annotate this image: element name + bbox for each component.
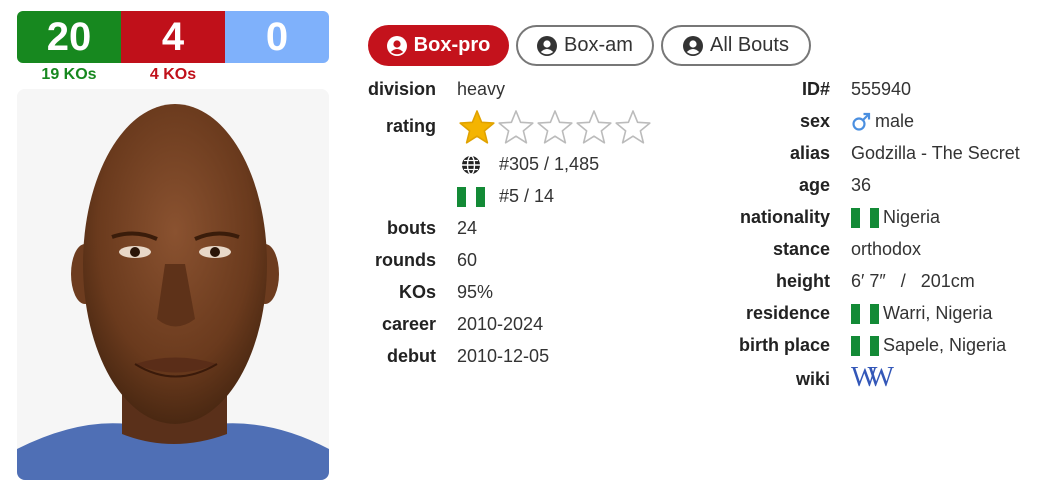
- wikipedia-icon: WW: [851, 362, 894, 393]
- sex-value: male: [851, 111, 914, 132]
- rounds-label: rounds: [375, 250, 436, 270]
- kos-value: 95%: [457, 282, 494, 302]
- sex-text: male: [875, 111, 915, 131]
- nationality-label: nationality: [739, 207, 830, 227]
- stance-value: orthodox: [851, 239, 922, 259]
- id-value: 555940: [851, 79, 912, 99]
- star-empty-icon: [498, 110, 534, 144]
- wiki-link[interactable]: WW: [851, 362, 894, 394]
- debut-value: 2010-12-05: [457, 346, 550, 366]
- star-empty-icon: [576, 110, 612, 144]
- country-rank-value: #5 / 14: [499, 186, 555, 206]
- nigeria-flag-icon: [457, 186, 485, 207]
- alias-label: alias: [789, 143, 830, 163]
- sex-label: sex: [799, 111, 830, 131]
- user-circle-icon: [537, 35, 558, 56]
- birth-place-value[interactable]: Sapele, Nigeria: [851, 335, 1006, 356]
- age-value: 36: [851, 175, 872, 195]
- kos-label: KOs: [398, 282, 436, 302]
- nationality-text: Nigeria: [883, 207, 941, 227]
- male-symbol-icon: [852, 112, 871, 131]
- losses-ko-count: 4 KOs: [149, 66, 197, 83]
- wiki-label: wiki: [795, 369, 830, 389]
- world-rank: #305 / 1,485: [461, 154, 599, 175]
- star-rating: [458, 109, 652, 145]
- debut-label: debut: [387, 346, 436, 366]
- height-label: height: [776, 271, 830, 291]
- id-label: ID#: [801, 79, 830, 99]
- career-label: career: [381, 314, 436, 334]
- rounds-value: 60: [457, 250, 478, 270]
- age-label: age: [798, 175, 830, 195]
- country-rank: #5 / 14: [457, 186, 554, 207]
- draws-count: 0: [225, 11, 329, 63]
- alias-value: Godzilla - The Secret: [851, 143, 1020, 163]
- residence-text: Warri, Nigeria: [883, 303, 993, 323]
- tab-box-pro[interactable]: Box-pro: [368, 25, 509, 66]
- ko-summary: 19 KOs 4 KOs: [17, 66, 329, 84]
- residence-label: residence: [745, 303, 830, 323]
- user-circle-icon: [386, 35, 407, 56]
- stance-label: stance: [772, 239, 830, 259]
- tab-box-am-label: Box-am: [564, 34, 633, 56]
- career-value: 2010-2024: [457, 314, 544, 334]
- rating-label: rating: [385, 116, 436, 136]
- birth-place-text: Sapele, Nigeria: [883, 335, 1007, 355]
- height-value: 6′ 7″ / 201cm: [851, 271, 975, 291]
- nigeria-flag-icon: [851, 207, 879, 228]
- residence-value[interactable]: Warri, Nigeria: [851, 303, 992, 324]
- globe-icon: [462, 154, 480, 175]
- bouts-label: bouts: [387, 218, 436, 238]
- star-filled-icon: [459, 110, 495, 144]
- nationality-value[interactable]: Nigeria: [851, 207, 940, 228]
- wins-count: 20: [17, 11, 121, 63]
- tab-all-bouts-label: All Bouts: [710, 34, 789, 56]
- bout-record: 20 4 0: [17, 11, 329, 63]
- user-circle-icon: [683, 35, 704, 56]
- wins-ko-count: 19 KOs: [41, 66, 97, 83]
- draws-ko-count: [225, 66, 329, 84]
- division-label: division: [367, 79, 436, 99]
- star-empty-icon: [537, 110, 573, 144]
- division-value: heavy: [457, 79, 506, 99]
- tab-box-am[interactable]: Box-am: [516, 25, 654, 66]
- tab-box-pro-label: Box-pro: [413, 34, 491, 56]
- star-empty-icon: [615, 110, 651, 144]
- boxer-photo: [17, 89, 329, 480]
- bouts-value: 24: [457, 218, 478, 238]
- rating-stars: [458, 109, 652, 145]
- birth-place-label: birth place: [738, 335, 830, 355]
- world-rank-value: #305 / 1,485: [499, 154, 600, 174]
- nigeria-flag-icon: [851, 303, 879, 324]
- nigeria-flag-icon: [851, 335, 879, 356]
- losses-count: 4: [121, 11, 225, 63]
- tab-all-bouts[interactable]: All Bouts: [661, 25, 811, 66]
